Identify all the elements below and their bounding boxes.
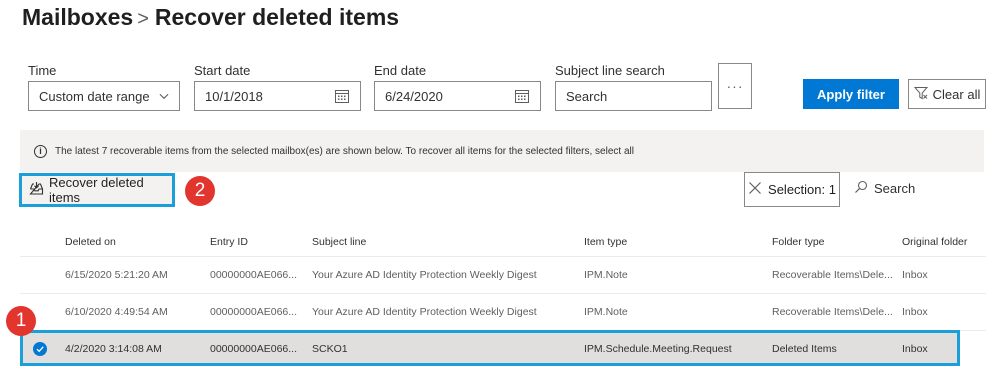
start-date-value: 10/1/2018 xyxy=(205,88,263,104)
table-row[interactable]: 6/10/2020 4:49:54 AM 00000000AE066... Yo… xyxy=(20,294,986,331)
table-row-selected[interactable]: 4/2/2020 3:14:08 AM 00000000AE066... SCK… xyxy=(20,330,960,366)
time-dropdown[interactable]: Custom date range xyxy=(28,81,180,111)
chevron-down-icon xyxy=(159,91,169,101)
column-header-entry-id[interactable]: Entry ID xyxy=(210,236,248,248)
end-date-value: 6/24/2020 xyxy=(385,88,443,104)
cell-entry-id: 00000000AE066... xyxy=(210,269,297,281)
info-icon: i xyxy=(34,144,47,158)
cell-folder-type: Recoverable Items\Dele... xyxy=(772,269,893,281)
column-header-folder-type[interactable]: Folder type xyxy=(772,236,825,248)
table-row[interactable]: 6/15/2020 5:21:20 AM 00000000AE066... Yo… xyxy=(20,257,986,294)
cell-subject: SCKO1 xyxy=(312,343,348,355)
search-icon xyxy=(854,180,868,197)
subject-search-label: Subject line search xyxy=(555,63,665,78)
cell-original-folder: Inbox xyxy=(902,269,928,281)
column-header-deleted-on[interactable]: Deleted on xyxy=(65,236,116,248)
clear-all-label: Clear all xyxy=(932,86,981,102)
calendar-icon[interactable] xyxy=(514,88,530,104)
start-date-label: Start date xyxy=(194,63,251,78)
column-header-subject-line[interactable]: Subject line xyxy=(312,236,366,248)
cell-entry-id: 00000000AE066... xyxy=(210,306,297,318)
start-date-field[interactable]: 10/1/2018 xyxy=(194,81,361,111)
recover-label: Recover deleted items xyxy=(49,175,144,205)
cell-deleted-on: 6/15/2020 5:21:20 AM xyxy=(65,269,168,281)
calendar-icon[interactable] xyxy=(334,88,350,104)
search-button[interactable]: Search xyxy=(854,180,915,197)
page-title: Mailboxes > Recover deleted items xyxy=(22,4,399,31)
annotation-badge-2: 2 xyxy=(185,176,215,206)
column-header-item-type[interactable]: Item type xyxy=(584,236,627,248)
cell-original-folder: Inbox xyxy=(902,343,928,355)
apply-filter-button[interactable]: Apply filter xyxy=(803,79,899,109)
breadcrumb-current: Recover deleted items xyxy=(154,4,400,30)
cell-folder-type: Deleted Items xyxy=(772,343,837,355)
selection-label: Selection: 1 xyxy=(768,182,836,197)
cell-deleted-on: 4/2/2020 3:14:08 AM xyxy=(65,343,162,355)
cell-deleted-on: 6/10/2020 4:49:54 AM xyxy=(65,306,168,318)
cell-folder-type: Recoverable Items\Dele... xyxy=(772,306,893,318)
breadcrumb-separator: > xyxy=(137,8,149,30)
more-filters-button[interactable]: ··· xyxy=(718,63,752,109)
checkmark-icon[interactable] xyxy=(33,342,47,356)
cell-entry-id: 00000000AE066... xyxy=(210,343,297,355)
clear-all-button[interactable]: Clear all xyxy=(908,79,986,109)
annotation-badge-1: 1 xyxy=(6,306,36,336)
cell-subject: Your Azure AD Identity Protection Weekly… xyxy=(312,269,537,281)
time-label: Time xyxy=(28,63,57,78)
column-header-original-folder[interactable]: Original folder xyxy=(902,236,967,248)
cell-original-folder: Inbox xyxy=(902,306,928,318)
time-value: Custom date range xyxy=(39,88,150,104)
end-date-field[interactable]: 6/24/2020 xyxy=(374,81,541,111)
cell-item-type: IPM.Note xyxy=(584,269,628,281)
recover-deleted-items-button[interactable]: Recover deleted items xyxy=(19,173,175,207)
search-label: Search xyxy=(874,181,916,196)
clear-filter-icon xyxy=(913,86,928,103)
cell-subject: Your Azure AD Identity Protection Weekly… xyxy=(312,306,537,318)
info-text: The latest 7 recoverable items from the … xyxy=(55,145,634,157)
breadcrumb-parent[interactable]: Mailboxes xyxy=(22,4,133,30)
info-bar: i The latest 7 recoverable items from th… xyxy=(20,130,984,172)
inbox-download-icon xyxy=(29,181,44,199)
cell-item-type: IPM.Note xyxy=(584,306,628,318)
end-date-label: End date xyxy=(374,63,427,78)
cell-item-type: IPM.Schedule.Meeting.Request xyxy=(584,343,732,355)
subject-search-placeholder: Search xyxy=(566,88,608,104)
selection-button[interactable]: Selection: 1 xyxy=(744,172,840,207)
subject-search-input[interactable]: Search xyxy=(555,81,712,111)
close-icon xyxy=(748,181,762,198)
